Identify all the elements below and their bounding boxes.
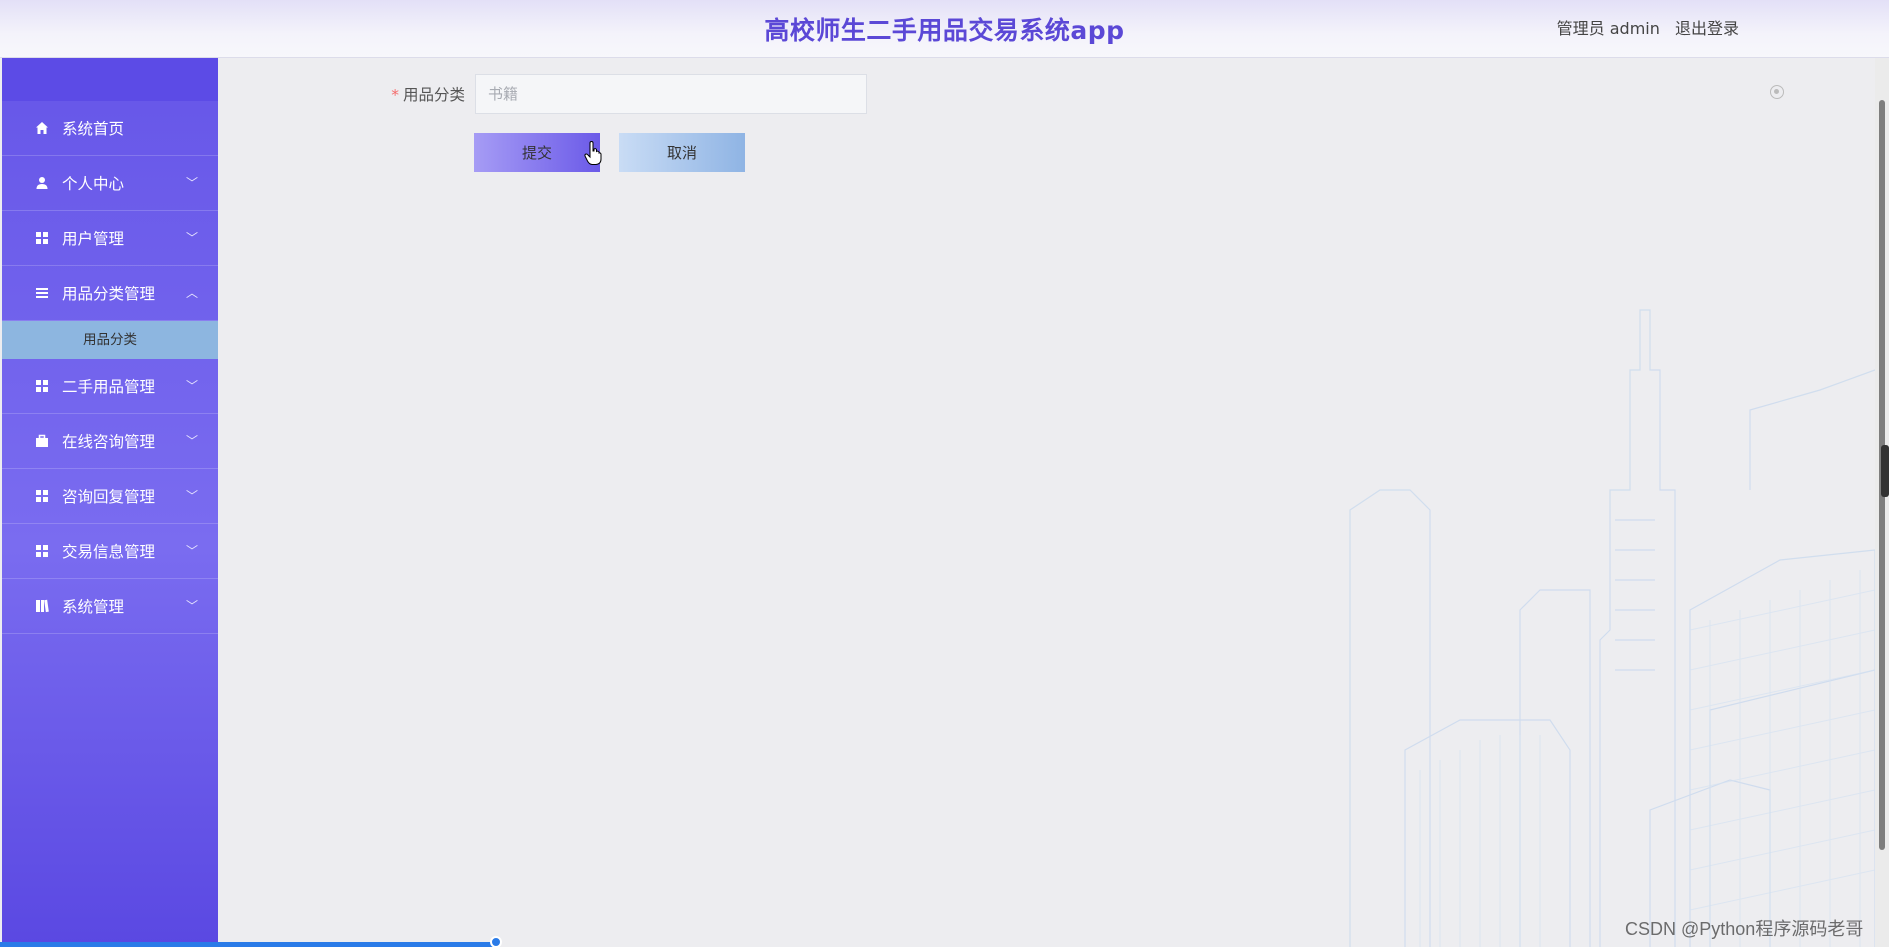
chevron-down-icon: ﹀ xyxy=(185,434,198,448)
user-icon xyxy=(32,175,52,191)
required-mark: * xyxy=(391,86,399,104)
progress-handle[interactable] xyxy=(490,936,502,947)
settings-dot-icon[interactable] xyxy=(1770,85,1784,99)
sidebar-item-label: 在线咨询管理 xyxy=(62,433,156,451)
chevron-down-icon: ﹀ xyxy=(185,379,198,393)
watermark-text: CSDN @Python程序源码老哥 xyxy=(1625,919,1864,939)
sidebar: 系统首页 个人中心 ﹀ 用户管理 ﹀ 用品分类管理 ︿ 用品分类 二手用品管理 … xyxy=(2,58,218,947)
chevron-down-icon: ﹀ xyxy=(185,599,198,613)
sidebar-item-home[interactable]: 系统首页 xyxy=(2,101,218,156)
sidebar-item-category-management[interactable]: 用品分类管理 ︿ xyxy=(2,266,218,321)
sidebar-item-label: 用品分类管理 xyxy=(62,285,156,303)
chevron-down-icon: ﹀ xyxy=(185,544,198,558)
sidebar-top-band xyxy=(2,58,218,101)
chevron-down-icon: ﹀ xyxy=(185,176,198,190)
grid-icon xyxy=(32,543,52,559)
chevron-down-icon: ﹀ xyxy=(185,231,198,245)
sidebar-item-label: 交易信息管理 xyxy=(62,543,156,561)
chevron-down-icon: ﹀ xyxy=(185,489,198,503)
progress-bar xyxy=(0,942,495,947)
sidebar-item-system[interactable]: 系统管理 ﹀ xyxy=(2,579,218,634)
submit-button[interactable]: 提交 xyxy=(474,133,600,172)
hand-cursor-icon xyxy=(584,141,602,165)
book-icon xyxy=(32,598,52,614)
list-icon xyxy=(32,285,52,301)
sidebar-item-label: 二手用品管理 xyxy=(62,378,156,396)
sidebar-item-trade-info[interactable]: 交易信息管理 ﹀ xyxy=(2,524,218,579)
sidebar-item-label: 系统管理 xyxy=(62,598,125,616)
category-label-text: 用品分类 xyxy=(402,86,465,104)
category-form-row: * 用品分类 xyxy=(390,74,867,114)
grid-icon xyxy=(32,230,52,246)
sidebar-item-label: 咨询回复管理 xyxy=(62,488,156,506)
sidebar-item-label: 用户管理 xyxy=(62,230,125,248)
sidebar-item-personal-center[interactable]: 个人中心 ﹀ xyxy=(2,156,218,211)
scrollbar-handle[interactable] xyxy=(1881,445,1889,497)
grid-icon xyxy=(32,378,52,394)
category-input[interactable] xyxy=(475,74,867,114)
briefcase-icon xyxy=(32,433,52,449)
sidebar-item-label: 个人中心 xyxy=(62,175,125,193)
home-icon xyxy=(32,120,52,136)
grid-icon xyxy=(32,488,52,504)
sidebar-item-user-management[interactable]: 用户管理 ﹀ xyxy=(2,211,218,266)
category-field-label: * 用品分类 xyxy=(390,83,465,105)
cancel-button[interactable]: 取消 xyxy=(619,133,745,172)
chevron-up-icon: ︿ xyxy=(185,286,198,300)
header-user-area: 管理员 admin 退出登录 xyxy=(1547,15,1739,39)
top-header: 高校师生二手用品交易系统app 管理员 admin 退出登录 xyxy=(0,0,1889,58)
logout-link[interactable]: 退出登录 xyxy=(1675,19,1739,38)
city-background-illustration xyxy=(1349,309,1875,947)
sidebar-item-online-consult[interactable]: 在线咨询管理 ﹀ xyxy=(2,414,218,469)
admin-user-label[interactable]: 管理员 admin xyxy=(1557,19,1660,38)
sidebar-item-consult-reply[interactable]: 咨询回复管理 ﹀ xyxy=(2,469,218,524)
submenu-item-category[interactable]: 用品分类 xyxy=(2,321,218,359)
sidebar-item-label: 系统首页 xyxy=(62,120,125,138)
sidebar-item-secondhand-management[interactable]: 二手用品管理 ﹀ xyxy=(2,359,218,414)
